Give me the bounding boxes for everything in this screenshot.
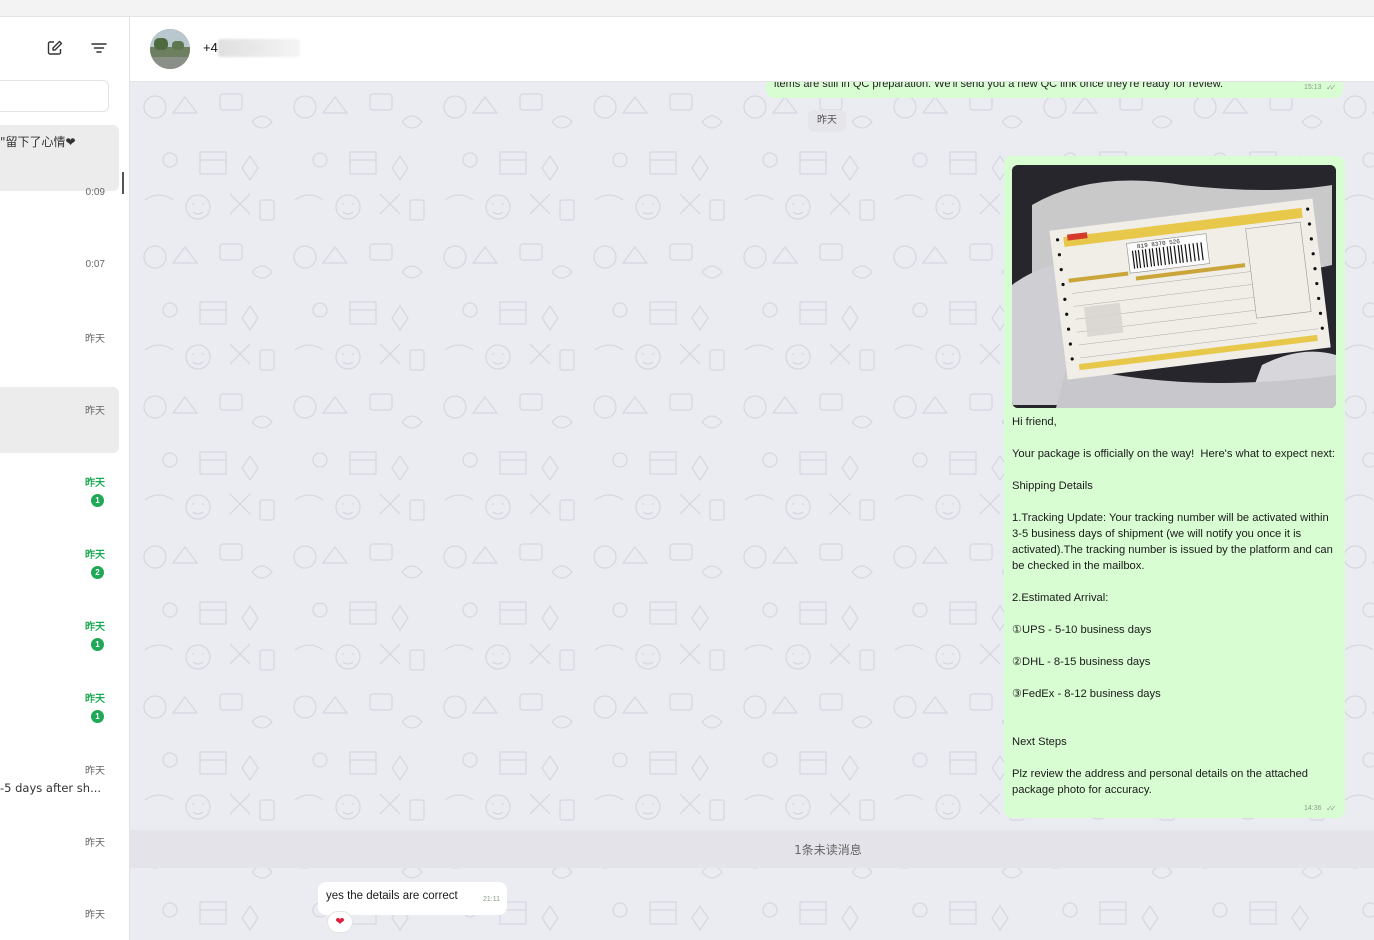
message-time: 15:13: [1304, 84, 1322, 91]
unread-badge: 1: [91, 494, 104, 507]
chat-preview: -5 days after sh...: [0, 781, 102, 795]
chat-list-item[interactable]: 昨天 2: [0, 527, 119, 593]
date-divider: 昨天: [808, 110, 846, 132]
chat-list-item[interactable]: 昨天: [0, 815, 119, 881]
chat-list-item[interactable]: 0:09: [0, 167, 119, 233]
chat-time: 昨天: [85, 910, 105, 921]
unread-badge: 1: [91, 710, 104, 723]
chat-time: 昨天: [85, 694, 105, 705]
chat-time: 0:07: [85, 259, 105, 270]
chat-time: 昨天: [85, 334, 105, 345]
unread-badge: 1: [91, 638, 104, 651]
new-chat-icon[interactable]: [46, 39, 64, 57]
message-text: yes the details are correct: [326, 890, 458, 902]
search-input[interactable]: [0, 80, 109, 112]
outgoing-message-previous[interactable]: items are still in QC preparation. We'll…: [766, 82, 1343, 98]
chat-time: 昨天: [85, 838, 105, 849]
read-ticks-icon: ✓✓: [1326, 83, 1337, 92]
package-photo[interactable]: 819 8370 526: [1012, 165, 1336, 408]
chat-list-item[interactable]: 昨天: [0, 387, 119, 453]
message-text: Hi friend, Your package is officially on…: [1012, 416, 1336, 796]
message-text: items are still in QC preparation. We'll…: [774, 82, 1224, 90]
incoming-message[interactable]: yes the details are correct 21:11: [318, 882, 507, 915]
window-top-strip: [0, 0, 1374, 17]
chat-list-item[interactable]: 昨天 -5 days after sh...: [0, 743, 119, 809]
chat-time: 昨天: [85, 550, 105, 561]
chat-time: 昨天: [85, 478, 105, 489]
unread-badge: 2: [91, 566, 104, 579]
chat-preview: "留下了心情❤: [0, 135, 76, 149]
message-time: 14:36: [1304, 805, 1322, 812]
sidebar-scrollbar[interactable]: [122, 172, 124, 194]
read-ticks-icon: ✓✓: [1326, 804, 1337, 813]
chat-time: 昨天: [85, 766, 105, 777]
chat-list-item[interactable]: 昨天: [0, 311, 119, 377]
avatar[interactable]: [150, 29, 190, 69]
chat-area: items are still in QC preparation. We'll…: [130, 82, 1374, 940]
outgoing-message[interactable]: 819 8370 526 Hi friend, Your package is …: [1004, 156, 1345, 818]
contact-name: +4: [203, 40, 218, 55]
unread-divider-label: 1条未读消息: [794, 843, 862, 857]
chat-list-item[interactable]: 昨天 1: [0, 455, 119, 521]
chat-list-item[interactable]: 0:07: [0, 239, 119, 305]
heart-reaction-icon[interactable]: ❤: [327, 911, 353, 933]
chat-time: 昨天: [85, 622, 105, 633]
chat-list-item[interactable]: 昨天 1: [0, 599, 119, 665]
chat-list-item[interactable]: 昨天: [0, 887, 119, 940]
chat-time: 0:09: [85, 187, 105, 198]
unread-divider: 1条未读消息: [130, 830, 1374, 868]
chat-list-sidebar: "留下了心情❤ 0:09 0:07 昨天 昨天 昨天 1 昨天 2 昨天 1 昨…: [0, 17, 130, 940]
chat-time: 昨天: [85, 406, 105, 417]
chat-list-item[interactable]: 昨天 1: [0, 671, 119, 737]
filter-icon[interactable]: [90, 39, 108, 57]
redacted-number: [218, 39, 300, 57]
chat-header: +4: [130, 17, 1374, 82]
message-time: 21:11: [483, 896, 500, 903]
